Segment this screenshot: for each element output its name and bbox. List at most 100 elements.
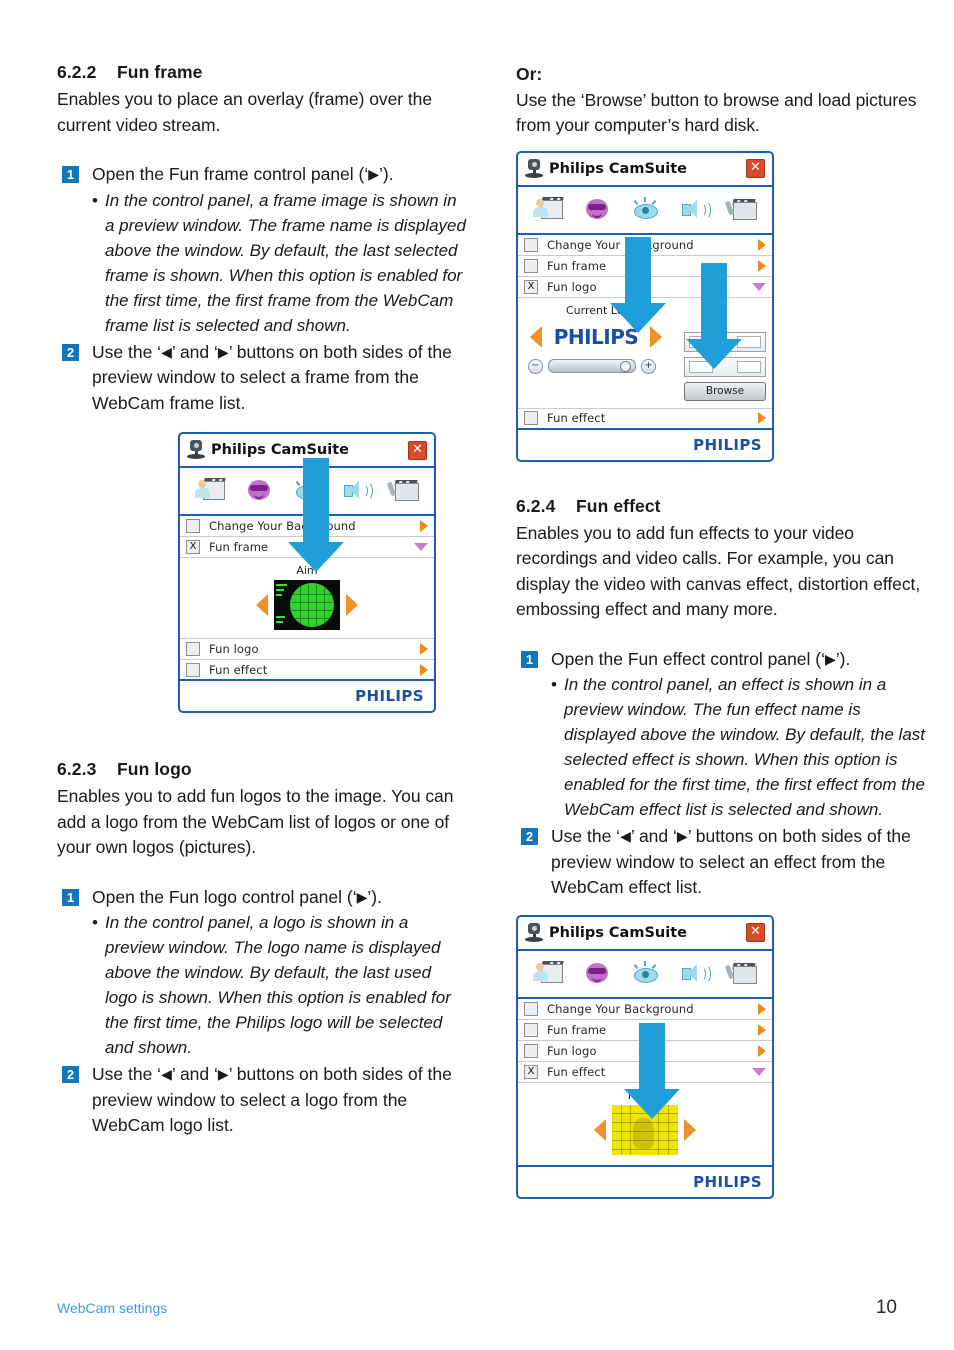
fun-face-icon[interactable] <box>582 196 612 224</box>
logo-thumbnail-row-2[interactable] <box>684 356 766 377</box>
audio-speaker-icon[interactable] <box>340 477 374 505</box>
camsuite-window-fun-logo[interactable]: Philips CamSuite ✕ Change Your Backgroun… <box>516 150 774 462</box>
next-effect-button[interactable] <box>684 1118 696 1141</box>
close-icon[interactable]: ✕ <box>746 159 765 178</box>
step-text: Use the ‘◀’ and ‘▶’ buttons on both side… <box>551 826 911 897</box>
row-change-background[interactable]: Change Your Background <box>518 999 772 1020</box>
close-icon[interactable]: ✕ <box>408 440 427 460</box>
titlebar: Philips CamSuite ✕ <box>518 153 772 187</box>
decrease-size-button[interactable]: − <box>528 358 543 374</box>
previous-effect-button[interactable] <box>594 1118 606 1141</box>
window-footer: PHILIPS <box>518 430 772 460</box>
expand-right-arrow-icon[interactable] <box>758 412 766 424</box>
step-text: Open the Fun logo control panel (‘▶’). <box>92 886 382 907</box>
audio-speaker-icon[interactable] <box>678 960 712 988</box>
checkbox[interactable] <box>524 411 538 425</box>
section-title: Fun frame <box>117 62 203 82</box>
row-fun-logo[interactable]: X Fun logo <box>518 277 772 298</box>
expand-right-arrow-icon[interactable] <box>758 259 766 272</box>
background-icon[interactable] <box>533 960 564 988</box>
row-fun-logo[interactable]: Fun logo <box>518 1041 772 1062</box>
checkbox[interactable] <box>186 642 200 656</box>
logo-thumbnail-row-1[interactable] <box>684 331 766 352</box>
browse-button[interactable]: Browse <box>684 381 766 401</box>
section-title: Fun logo <box>117 759 192 779</box>
titlebar: Philips CamSuite ✕ <box>518 917 772 951</box>
next-logo-button[interactable] <box>650 325 662 348</box>
checkbox[interactable]: X <box>524 1064 538 1079</box>
right-column: Or: Use the ‘Browse’ button to browse an… <box>516 62 926 1199</box>
section-number: 6.2.3 <box>57 759 97 779</box>
settings-clapper-icon[interactable] <box>386 477 419 505</box>
expand-right-arrow-icon[interactable] <box>758 238 766 251</box>
page-number: 10 <box>875 1297 897 1318</box>
section-heading-623: 6.2.3 Fun logo <box>57 759 467 780</box>
expand-right-arrow-icon[interactable] <box>420 663 428 676</box>
camsuite-window-fun-frame[interactable]: Philips CamSuite ✕ Change Your Backgroun… <box>178 432 436 713</box>
preview-label: Current Logo <box>566 303 638 317</box>
expand-right-arrow-icon[interactable] <box>758 1044 766 1057</box>
background-icon[interactable] <box>195 477 226 505</box>
previous-frame-button[interactable] <box>256 594 268 616</box>
checkbox[interactable] <box>524 1001 538 1016</box>
checkbox[interactable] <box>186 662 200 677</box>
checkbox[interactable] <box>524 258 538 273</box>
image-eye-icon[interactable] <box>630 960 660 988</box>
logo-preview-image: PHILIPS <box>553 324 639 349</box>
image-eye-icon[interactable] <box>630 196 660 224</box>
row-change-background[interactable]: Change Your Background <box>180 516 434 537</box>
collapse-down-arrow-icon[interactable] <box>752 1067 766 1076</box>
checkbox[interactable]: X <box>524 279 538 294</box>
expand-right-arrow-icon[interactable] <box>758 1002 766 1015</box>
slider-knob[interactable] <box>620 361 631 372</box>
substep-623: • In the control panel, a logo is shown i… <box>57 910 467 1060</box>
fun-face-icon[interactable] <box>244 477 274 505</box>
webcam-icon <box>525 158 543 179</box>
row-change-background[interactable]: Change Your Background <box>518 235 772 256</box>
expand-right-arrow-icon[interactable] <box>420 520 428 532</box>
preview-row <box>518 1104 772 1155</box>
logo-size-slider[interactable] <box>548 359 636 373</box>
step-624-2: 2 Use the ‘◀’ and ‘▶’ buttons on both sid… <box>516 824 926 901</box>
step-text: Open the Fun frame control panel (‘▶’). <box>92 164 394 184</box>
row-fun-frame[interactable]: Fun frame <box>518 256 772 277</box>
close-icon[interactable]: ✕ <box>746 923 765 942</box>
window-footer: PHILIPS <box>518 1167 772 1197</box>
bullet-icon: • <box>92 190 98 210</box>
philips-logo: PHILIPS <box>693 435 762 454</box>
checkbox[interactable] <box>524 237 538 252</box>
background-icon[interactable] <box>533 196 564 224</box>
camsuite-window-fun-effect[interactable]: Philips CamSuite ✕ Change Your Backgroun… <box>516 914 774 1199</box>
fun-face-icon[interactable] <box>582 960 612 988</box>
collapse-down-arrow-icon[interactable] <box>414 543 428 551</box>
increase-size-button[interactable]: + <box>641 358 656 374</box>
frame-preview-image <box>274 580 340 630</box>
preview-label: Frame <box>627 1088 663 1102</box>
expand-right-arrow-icon[interactable] <box>758 1023 766 1036</box>
row-label: Fun frame <box>209 540 269 554</box>
collapse-down-arrow-icon[interactable] <box>752 282 766 291</box>
settings-clapper-icon[interactable] <box>724 960 757 988</box>
previous-logo-button[interactable] <box>530 325 542 348</box>
webcam-icon <box>525 922 543 943</box>
checkbox[interactable] <box>524 1022 538 1037</box>
settings-clapper-icon[interactable] <box>724 196 757 224</box>
play-triangle-icon: ▶ <box>356 888 368 905</box>
checkbox[interactable] <box>524 1043 538 1058</box>
row-fun-logo[interactable]: Fun logo <box>180 639 434 660</box>
toolbar <box>180 468 434 516</box>
row-fun-frame[interactable]: Fun frame <box>518 1020 772 1041</box>
step-623-2: 2 Use the ‘◀’ and ‘▶’ buttons on both sid… <box>57 1062 467 1139</box>
image-eye-icon[interactable] <box>292 477 322 505</box>
section-heading-622: 6.2.2 Fun frame <box>57 62 467 83</box>
row-fun-frame[interactable]: X Fun frame <box>180 537 434 558</box>
row-fun-effect[interactable]: Fun effect <box>518 409 772 430</box>
section-622-intro: Enables you to place an overlay (frame) … <box>57 89 433 135</box>
next-frame-button[interactable] <box>346 594 358 616</box>
expand-right-arrow-icon[interactable] <box>420 643 428 655</box>
checkbox[interactable] <box>186 519 200 533</box>
row-fun-effect[interactable]: Fun effect <box>180 660 434 681</box>
row-fun-effect[interactable]: X Fun effect <box>518 1062 772 1083</box>
audio-speaker-icon[interactable] <box>678 196 712 224</box>
checkbox[interactable]: X <box>186 540 200 554</box>
